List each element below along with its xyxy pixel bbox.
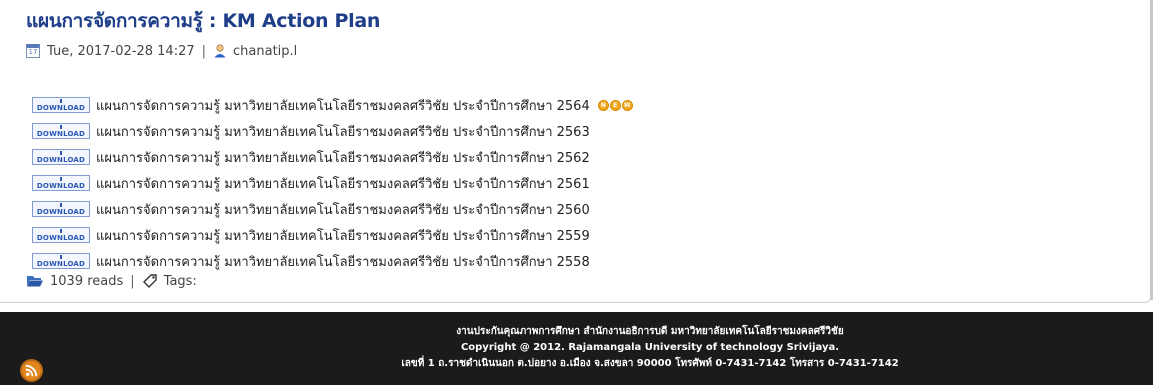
list-item: DOWNLOAD แผนการจัดการความรู้ มหาวิทยาลัย… [32,222,633,248]
author-link[interactable]: chanatip.l [233,44,297,59]
download-list: DOWNLOAD แผนการจัดการความรู้ มหาวิทยาลัย… [32,92,633,274]
download-link[interactable]: แผนการจัดการความรู้ มหาวิทยาลัยเทคโนโลยี… [96,199,590,220]
meta-separator: | [201,43,207,59]
node-stats: 1039 reads | Tags: [26,271,197,291]
list-item: DOWNLOAD แผนการจัดการความรู้ มหาวิทยาลัย… [32,92,633,118]
new-badge: NEW [597,99,633,111]
download-icon[interactable]: DOWNLOAD [32,253,90,269]
site-footer: งานประกันคุณภาพการศึกษา สำนักงานอธิการบด… [0,312,1153,385]
download-icon[interactable]: DOWNLOAD [32,149,90,165]
download-link[interactable]: แผนการจัดการความรู้ มหาวิทยาลัยเทคโนโลยี… [96,95,590,116]
folder-open-icon [27,276,43,287]
download-link[interactable]: แผนการจัดการความรู้ มหาวิทยาลัยเทคโนโลยี… [96,121,590,142]
new-badge-letter: N [597,99,609,111]
download-icon[interactable]: DOWNLOAD [32,227,90,243]
footer-org: งานประกันคุณภาพการศึกษา สำนักงานอธิการบด… [456,326,844,337]
submitted-meta: 17 Tue, 2017-02-28 14:27 | chanatip.l [26,41,297,61]
download-link[interactable]: แผนการจัดการความรู้ มหาวิทยาลัยเทคโนโลยี… [96,147,590,168]
post-date: Tue, 2017-02-28 14:27 [47,43,195,59]
node-content: แผนการจัดการความรู้ : KM Action Plan 17 … [0,0,1153,310]
list-item: DOWNLOAD แผนการจัดการความรู้ มหาวิทยาลัย… [32,196,633,222]
read-count: 1039 reads [50,273,124,289]
page-title[interactable]: แผนการจัดการความรู้ : KM Action Plan [26,6,380,36]
tag-icon [142,274,157,288]
download-icon[interactable]: DOWNLOAD [32,97,90,113]
list-item: DOWNLOAD แผนการจัดการความรู้ มหาวิทยาลัย… [32,118,633,144]
list-item: DOWNLOAD แผนการจัดการความรู้ มหาวิทยาลัย… [32,144,633,170]
stats-separator: | [130,273,135,289]
download-link[interactable]: แผนการจัดการความรู้ มหาวิทยาลัยเทคโนโลยี… [96,251,590,272]
new-badge-letter: E [609,99,621,111]
new-badge-letter: W [621,99,633,111]
download-link[interactable]: แผนการจัดการความรู้ มหาวิทยาลัยเทคโนโลยี… [96,225,590,246]
download-icon[interactable]: DOWNLOAD [32,201,90,217]
user-icon [214,44,226,58]
footer-text: งานประกันคุณภาพการศึกษา สำนักงานอธิการบด… [300,324,1000,372]
download-icon[interactable]: DOWNLOAD [32,175,90,191]
calendar-icon: 17 [26,44,40,58]
list-item: DOWNLOAD แผนการจัดการความรู้ มหาวิทยาลัย… [32,170,633,196]
footer-copyright: Copyright @ 2012. Rajamangala University… [460,342,840,353]
footer-address: เลขที่ 1 ถ.ราชดำเนินนอก ต.บ่อยาง อ.เมือง… [401,358,899,369]
content-divider [0,296,1151,303]
tags-label: Tags: [163,273,197,289]
download-icon[interactable]: DOWNLOAD [32,123,90,139]
download-link[interactable]: แผนการจัดการความรู้ มหาวิทยาลัยเทคโนโลยี… [96,173,590,194]
rss-icon[interactable] [20,359,43,382]
